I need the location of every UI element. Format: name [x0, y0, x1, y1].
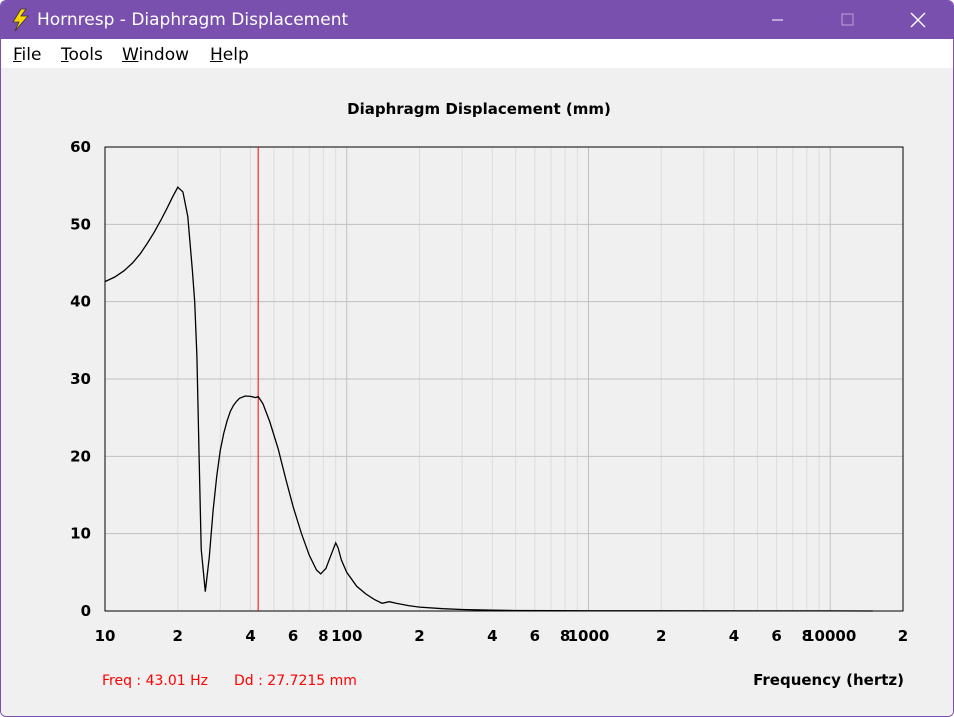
- x-tick-label: 4: [245, 627, 255, 645]
- x-tick-label: 2: [656, 627, 666, 645]
- y-tick-label: 50: [70, 215, 91, 233]
- x-tick-label: 2: [173, 627, 183, 645]
- menu-help-rest: elp: [222, 45, 249, 65]
- x-tick-label: 1000: [568, 627, 610, 645]
- y-tick-label: 20: [70, 447, 91, 465]
- x-tick-label: 6: [288, 627, 298, 645]
- close-icon: [910, 12, 926, 28]
- menu-tools-rest: ools: [68, 45, 103, 65]
- x-tick-label: 4: [729, 627, 739, 645]
- menu-help-mnemonic: H: [210, 45, 223, 65]
- menu-tools[interactable]: Tools: [61, 45, 103, 65]
- x-axis-label: Frequency (hertz): [753, 671, 904, 689]
- menu-tools-mnemonic: T: [61, 45, 69, 65]
- y-tick-label: 10: [70, 525, 91, 543]
- close-button[interactable]: [894, 1, 940, 39]
- x-tick-label: 8: [318, 627, 328, 645]
- y-tick-label: 60: [70, 138, 91, 156]
- menu-window[interactable]: Window: [122, 45, 189, 65]
- y-axis-ticks: 0 10 20 30 40 50 60: [70, 138, 91, 620]
- y-tick-label: 30: [70, 370, 91, 388]
- chart-area[interactable]: Diaphragm Displacement (mm) 0 10 20 30 40 50 6…: [1, 68, 953, 716]
- menu-file[interactable]: File: [13, 45, 41, 65]
- window-title: Hornresp - Diaphragm Displacement: [37, 10, 349, 30]
- x-tick-label: 100: [331, 627, 362, 645]
- menu-bar: File Tools Window Help: [1, 39, 953, 68]
- x-tick-label: 4: [487, 627, 497, 645]
- title-bar[interactable]: Hornresp - Diaphragm Displacement: [1, 1, 953, 39]
- menu-file-rest: ile: [21, 45, 42, 65]
- y-tick-label: 40: [70, 293, 91, 311]
- freq-readout: Freq : 43.01 Hz: [102, 673, 208, 689]
- minimize-icon: [772, 19, 783, 21]
- menu-window-mnemonic: W: [122, 45, 139, 65]
- menu-file-mnemonic: F: [13, 45, 22, 65]
- displacement-chart[interactable]: Diaphragm Displacement (mm) 010203040506…: [1, 68, 953, 716]
- y-tick-label: 0: [81, 602, 91, 620]
- chart-title: Diaphragm Displacement (mm): [347, 100, 611, 118]
- maximize-button[interactable]: [824, 1, 870, 39]
- minimize-button[interactable]: [754, 1, 800, 39]
- x-tick-label: 2: [898, 627, 908, 645]
- menu-help[interactable]: Help: [210, 45, 249, 65]
- app-window: Hornresp - Diaphragm Displacement File T…: [0, 0, 954, 717]
- x-tick-label: 2: [414, 627, 424, 645]
- dd-readout: Dd : 27.7215 mm: [234, 673, 357, 689]
- x-tick-label: 10: [95, 627, 116, 645]
- x-tick-label: 10000: [804, 627, 856, 645]
- maximize-icon: [841, 13, 854, 26]
- x-tick-label: 6: [530, 627, 540, 645]
- x-axis-ticks: 10 2 4 6 8 100 2 4 6 81000 2 4 6 810000 2: [95, 627, 909, 645]
- chart-grid: [105, 147, 903, 611]
- x-tick-label: 6: [771, 627, 781, 645]
- menu-window-rest: indow: [138, 45, 190, 65]
- lightning-bolt-icon: [12, 8, 29, 32]
